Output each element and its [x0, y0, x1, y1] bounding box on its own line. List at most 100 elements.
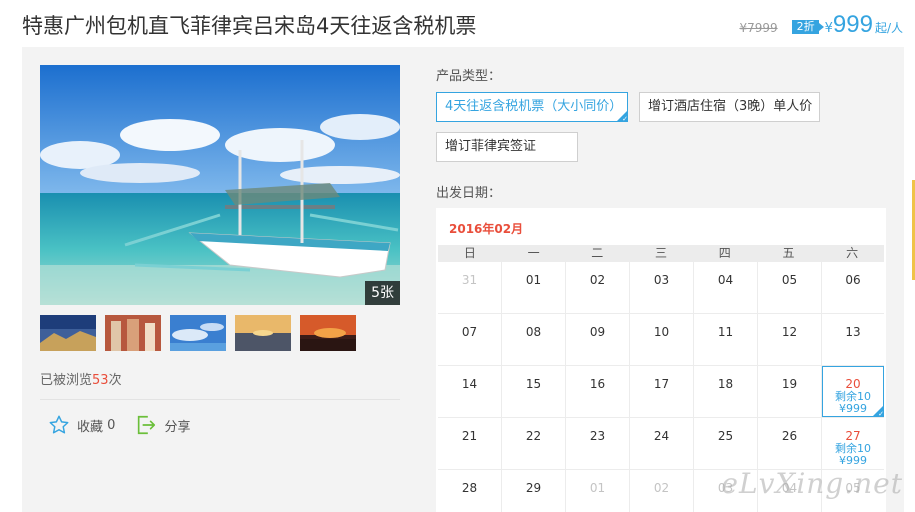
day-number: 01: [525, 273, 542, 287]
thumbnail-strip: [40, 315, 356, 351]
day-number: 15: [525, 377, 542, 391]
action-bar: 收藏 0 分享: [48, 414, 210, 436]
day-number: 08: [525, 325, 542, 339]
favorite-count: 0: [107, 417, 116, 433]
calendar-day[interactable]: 13: [822, 314, 884, 365]
weekday-sun: 日: [463, 246, 476, 260]
calendar-day[interactable]: 22: [502, 418, 566, 469]
day-number: 18: [717, 377, 734, 391]
calendar-day: 01: [566, 470, 630, 512]
calendar-day[interactable]: 05: [758, 262, 822, 313]
day-number: 23: [589, 429, 606, 443]
thumbnail-2[interactable]: [105, 315, 161, 351]
calendar-day[interactable]: 28: [438, 470, 502, 512]
calendar-day[interactable]: 03: [630, 262, 694, 313]
selected-check-icon: [872, 405, 884, 418]
day-number: 05: [781, 273, 798, 287]
calendar-day[interactable]: 08: [502, 314, 566, 365]
calendar-day[interactable]: 04: [694, 262, 758, 313]
departure-date-label: 出发日期：: [436, 186, 502, 201]
day-number: 24: [653, 429, 670, 443]
star-icon: [49, 415, 69, 434]
share-icon: [138, 415, 156, 435]
views-number: 53: [92, 373, 109, 388]
calendar-day[interactable]: 15: [502, 366, 566, 417]
product-option-visa[interactable]: 增订菲律宾签证: [436, 132, 578, 162]
favorite-button[interactable]: 收藏 0: [48, 414, 115, 436]
departure-calendar: 2016年02月 日 一 二 三 四 五 六 31 01 02 03 04 05 06 07 0…: [436, 208, 886, 512]
weekday-thu: 四: [718, 246, 731, 260]
main-photo[interactable]: 5张: [40, 65, 400, 305]
calendar-day: 04: [758, 470, 822, 512]
calendar-day[interactable]: 23: [566, 418, 630, 469]
calendar-day[interactable]: 07: [438, 314, 502, 365]
share-button[interactable]: 分享: [135, 414, 190, 436]
selected-check-icon: [616, 110, 628, 123]
thumbnail-3[interactable]: [170, 315, 226, 351]
calendar-day[interactable]: 09: [566, 314, 630, 365]
calendar-day[interactable]: 19: [758, 366, 822, 417]
weekday-tue: 二: [591, 246, 604, 260]
calendar-day: 03: [694, 470, 758, 512]
price-unit: 起/人: [874, 21, 903, 35]
product-option-ticket[interactable]: 4天往返含税机票（大小同价）: [436, 92, 628, 123]
calendar-day[interactable]: 27 剩余10 ¥999: [822, 418, 884, 469]
calendar-day: 02: [630, 470, 694, 512]
calendar-day[interactable]: 25: [694, 418, 758, 469]
weekday-mon: 一: [527, 246, 540, 260]
thumbnail-4[interactable]: [235, 315, 291, 351]
calendar-day[interactable]: 29: [502, 470, 566, 512]
calendar-day[interactable]: 17: [630, 366, 694, 417]
calendar-day[interactable]: 16: [566, 366, 630, 417]
calendar-week: 28 29 01 02 03 04 05: [438, 470, 884, 512]
product-option-ticket-label: 4天往返含税机票（大小同价）: [445, 99, 623, 114]
calendar-day[interactable]: 12: [758, 314, 822, 365]
calendar-day[interactable]: 02: [566, 262, 630, 313]
calendar-day[interactable]: 24: [630, 418, 694, 469]
day-number: 29: [525, 481, 542, 495]
day-number: 31: [461, 273, 478, 287]
day-number: 12: [781, 325, 798, 339]
discount-badge: 2折: [791, 20, 824, 34]
calendar-week: 21 22 23 24 25 26 27 剩余10 ¥999: [438, 418, 884, 470]
day-number: 09: [589, 325, 606, 339]
calendar-day[interactable]: 20 剩余10 ¥999: [822, 366, 884, 418]
day-number: 14: [461, 377, 478, 391]
day-number: 02: [653, 481, 670, 495]
thumbnail-1[interactable]: [40, 315, 96, 351]
original-price: ¥7999: [739, 21, 778, 35]
views-prefix: 已被浏览: [40, 373, 93, 388]
day-number: 28: [461, 481, 478, 495]
day-number: 25: [717, 429, 734, 443]
product-option-hotel-label: 增订酒店住宿（3晚）单人价: [648, 99, 813, 114]
calendar-week: 07 08 09 10 11 12 13: [438, 314, 884, 366]
current-price: 999: [832, 11, 873, 38]
calendar-week: 14 15 16 17 18 19 20 剩余10 ¥999: [438, 366, 884, 418]
day-number: 19: [781, 377, 798, 391]
calendar-day[interactable]: 18: [694, 366, 758, 417]
day-number: 06: [845, 273, 861, 287]
views-suffix: 次: [108, 373, 122, 388]
calendar-day[interactable]: 21: [438, 418, 502, 469]
weekday-sat: 六: [846, 246, 859, 260]
product-option-visa-label: 增订菲律宾签证: [445, 139, 537, 154]
calendar-day[interactable]: 06: [822, 262, 884, 313]
calendar-day[interactable]: 10: [630, 314, 694, 365]
day-number: 03: [653, 273, 670, 287]
calendar-day[interactable]: 26: [758, 418, 822, 469]
beach-boat-image: [40, 65, 400, 305]
currency-symbol: ¥: [824, 21, 833, 36]
calendar-day[interactable]: 01: [502, 262, 566, 313]
calendar-week: 31 01 02 03 04 05 06: [438, 262, 884, 314]
calendar-day[interactable]: 14: [438, 366, 502, 417]
calendar-grid: 31 01 02 03 04 05 06 07 08 09 10 11 12 13 14 15 16 17 18 19…: [438, 262, 884, 512]
calendar-weekdays: 日 一 二 三 四 五 六: [438, 245, 884, 262]
product-option-hotel[interactable]: 增订酒店住宿（3晚）单人价: [639, 92, 820, 122]
day-number: 04: [717, 273, 734, 287]
day-number: 02: [589, 273, 606, 287]
share-label: 分享: [164, 419, 191, 435]
day-number: 21: [461, 429, 478, 443]
product-type-label: 产品类型：: [436, 69, 502, 84]
calendar-day[interactable]: 11: [694, 314, 758, 365]
thumbnail-5[interactable]: [300, 315, 356, 351]
